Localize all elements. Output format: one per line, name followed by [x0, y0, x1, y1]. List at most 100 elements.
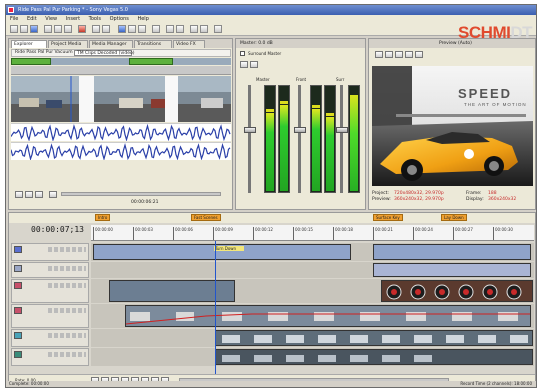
- playback-cursor[interactable]: [215, 241, 216, 376]
- trimmer-footer: 00:00:06:21: [11, 187, 231, 209]
- marker-intro[interactable]: Intro: [95, 214, 111, 221]
- cut-icon[interactable]: [44, 25, 52, 33]
- new-icon[interactable]: [10, 25, 18, 33]
- tab-video-fx[interactable]: Video FX: [173, 40, 205, 48]
- waveform-right-svg: [11, 143, 231, 160]
- fader-2[interactable]: [294, 127, 306, 133]
- vegas-window: Ride Pass Pal Pur Parking * - Sony Vegas…: [5, 4, 537, 388]
- trim-region-start[interactable]: [11, 58, 51, 65]
- trim-audio-waveform-right[interactable]: [11, 142, 231, 160]
- preview-split-icon[interactable]: [395, 51, 403, 58]
- track-header-5[interactable]: [11, 329, 89, 347]
- redo-icon[interactable]: [102, 25, 110, 33]
- trim-region-bar[interactable]: [11, 58, 231, 65]
- trim-audio-waveform-left[interactable]: [11, 123, 231, 141]
- mixer-props-icon[interactable]: [250, 61, 258, 68]
- tab-project-media[interactable]: Project Media: [48, 40, 88, 48]
- meter-3: [310, 85, 322, 193]
- trim-add-icon[interactable]: [49, 191, 57, 198]
- track-lane-3[interactable]: [91, 279, 534, 303]
- trim-stop-icon[interactable]: [25, 191, 33, 198]
- clip-audio-2[interactable]: [373, 244, 531, 260]
- track-lane-1[interactable]: Turn Down: [91, 243, 534, 261]
- marker-lay-down[interactable]: Lay Down: [441, 214, 467, 221]
- clip-video-wheels[interactable]: [381, 280, 533, 302]
- snap-icon[interactable]: [166, 25, 174, 33]
- clip-video-1[interactable]: [109, 280, 235, 302]
- fader-1[interactable]: [244, 127, 256, 133]
- preview-fx-icon[interactable]: [385, 51, 393, 58]
- normal-edit-tool-icon[interactable]: [118, 25, 126, 33]
- time-ruler[interactable]: 00:00:00 00:00:03 00:00:06 00:00:09 00:0…: [91, 225, 534, 241]
- menu-edit[interactable]: Edit: [27, 16, 37, 22]
- open-icon[interactable]: [20, 25, 28, 33]
- meter-5: [348, 85, 360, 193]
- track-lane-4[interactable]: [91, 304, 534, 328]
- trim-play-icon[interactable]: [15, 191, 23, 198]
- mixer-channel-master: Master: [256, 77, 270, 82]
- preview-screen[interactable]: SPEED THE ART OF MOTION: [372, 66, 533, 186]
- fader-2-track: [298, 85, 301, 193]
- clip-audio-1[interactable]: Turn Down: [93, 244, 351, 260]
- zoom-tool-icon[interactable]: [152, 25, 160, 33]
- trim-loop-icon[interactable]: [35, 191, 43, 198]
- menu-tools[interactable]: Tools: [89, 16, 101, 22]
- undo-icon[interactable]: [92, 25, 100, 33]
- track-header-3[interactable]: [11, 279, 89, 303]
- mixer-insert-fx-icon[interactable]: [240, 61, 248, 68]
- ruler-tick: 00:00:06: [173, 227, 193, 240]
- lock-envelopes-icon[interactable]: [190, 25, 198, 33]
- envelope-tool-icon[interactable]: [128, 25, 136, 33]
- preview-overlay-icon[interactable]: [405, 51, 413, 58]
- menu-insert[interactable]: Insert: [66, 16, 80, 22]
- status-left: Complete: 00:00:00: [9, 381, 49, 386]
- preview-snapshot-icon[interactable]: [415, 51, 423, 58]
- trimmer-toolbar: Ride Pass Pal Pur Vacuum TM Clips Decode…: [11, 49, 231, 57]
- trim-region-end[interactable]: [129, 58, 173, 65]
- auto-ripple-icon[interactable]: [176, 25, 184, 33]
- clip-video-3[interactable]: [215, 330, 533, 346]
- track-lane-2[interactable]: [91, 262, 534, 278]
- clip-video-2[interactable]: [125, 305, 531, 327]
- clip-video-4[interactable]: [215, 349, 533, 365]
- track-header-1[interactable]: [11, 243, 89, 261]
- marker-surface-key[interactable]: Surface Key: [373, 214, 403, 221]
- mixer-title: Master: 0.0 dB: [236, 39, 365, 48]
- menu-help[interactable]: Help: [137, 16, 148, 22]
- track-lane-5[interactable]: [91, 329, 534, 347]
- tab-media-manager[interactable]: Media Manager: [89, 40, 133, 48]
- track-header-6[interactable]: [11, 348, 89, 366]
- menu-options[interactable]: Options: [110, 16, 129, 22]
- ruler-tick: 00:00:21: [373, 227, 393, 240]
- tab-transitions[interactable]: Transitions: [134, 40, 172, 48]
- preview-frame-svg: [372, 66, 533, 186]
- menu-file[interactable]: File: [10, 16, 18, 22]
- tab-explorer[interactable]: Explorer: [11, 40, 47, 48]
- preview-props-icon[interactable]: [375, 51, 383, 58]
- copy-icon[interactable]: [54, 25, 62, 33]
- mixer-checkbox[interactable]: [240, 51, 245, 56]
- help-icon[interactable]: [214, 25, 222, 33]
- panel-tabs: Explorer Project Media Media Manager Tra…: [9, 39, 232, 48]
- ruler-tick: 00:00:27: [453, 227, 473, 240]
- fader-3[interactable]: [336, 127, 348, 133]
- preview-value: 360x240x32, 29.970p: [394, 197, 444, 202]
- selection-tool-icon[interactable]: [138, 25, 146, 33]
- marker-fast-scenes[interactable]: Fast Scenes: [191, 214, 221, 221]
- clip-audio-3[interactable]: [373, 263, 531, 277]
- trim-ruler[interactable]: [11, 66, 231, 75]
- save-icon[interactable]: [30, 25, 38, 33]
- waveform-left-svg: [11, 124, 231, 141]
- track-lane-6[interactable]: [91, 348, 534, 366]
- trim-scrollbar[interactable]: [61, 192, 221, 196]
- track-header-2[interactable]: [11, 262, 89, 278]
- ignore-grouping-icon[interactable]: [200, 25, 208, 33]
- timeline-panel: Intro Fast Scenes Surface Key Lay Down 0…: [8, 212, 536, 387]
- ruler-tick: 00:00:15: [293, 227, 313, 240]
- trim-select[interactable]: TM Clips Decoded (video): [74, 50, 135, 56]
- track-header-4[interactable]: [11, 304, 89, 328]
- menu-view[interactable]: View: [45, 16, 57, 22]
- paste-icon[interactable]: [64, 25, 72, 33]
- delete-icon[interactable]: [78, 25, 86, 33]
- trim-video-frames[interactable]: [11, 76, 231, 122]
